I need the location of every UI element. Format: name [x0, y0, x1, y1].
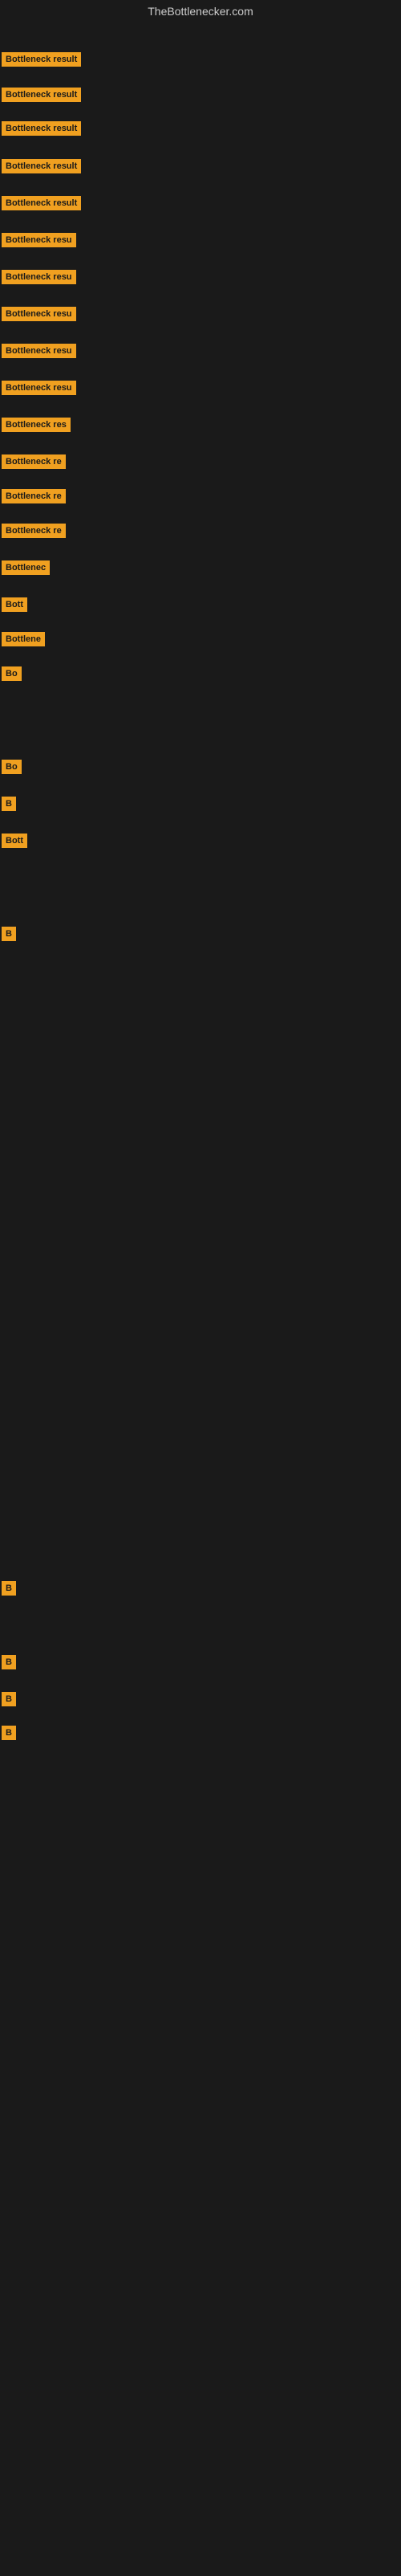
bottleneck-item: B: [2, 1725, 16, 1740]
bottleneck-badge[interactable]: Bott: [2, 834, 27, 848]
bottleneck-item: B: [2, 1654, 16, 1669]
bottleneck-item: Bo: [2, 759, 22, 774]
bottleneck-badge[interactable]: Bottleneck res: [2, 418, 71, 432]
bottleneck-item: Bottleneck resu: [2, 232, 76, 247]
bottleneck-item: B: [2, 1691, 16, 1706]
bottleneck-badge[interactable]: Bott: [2, 597, 27, 612]
bottleneck-item: Bottleneck result: [2, 87, 81, 102]
bottleneck-item: Bottleneck result: [2, 120, 81, 136]
bottleneck-badge[interactable]: Bottleneck resu: [2, 270, 76, 284]
bottleneck-item: Bottlenec: [2, 560, 50, 575]
bottleneck-badge[interactable]: Bottleneck resu: [2, 381, 76, 395]
bottleneck-badge[interactable]: B: [2, 927, 16, 941]
bottleneck-item: Bottlene: [2, 631, 45, 646]
bottleneck-badge[interactable]: Bottleneck result: [2, 52, 81, 67]
bottleneck-badge[interactable]: Bottleneck resu: [2, 307, 76, 321]
site-title: TheBottlenecker.com: [0, 0, 401, 22]
bottleneck-item: B: [2, 926, 16, 941]
bottleneck-item: Bott: [2, 597, 27, 612]
bottleneck-badge[interactable]: Bottleneck resu: [2, 233, 76, 247]
bottleneck-item: B: [2, 1580, 16, 1596]
bottleneck-item: Bo: [2, 666, 22, 681]
bottleneck-item: Bottleneck res: [2, 417, 71, 432]
bottleneck-item: B: [2, 796, 16, 811]
bottleneck-badge[interactable]: Bottlenec: [2, 560, 50, 575]
bottleneck-badge[interactable]: Bottleneck re: [2, 489, 66, 503]
bottleneck-item: Bottleneck re: [2, 454, 66, 469]
bottleneck-item: Bottleneck result: [2, 51, 81, 67]
bottleneck-badge[interactable]: B: [2, 1726, 16, 1740]
bottleneck-item: Bott: [2, 833, 27, 848]
bottleneck-badge[interactable]: Bottleneck result: [2, 88, 81, 102]
bottleneck-badge[interactable]: Bo: [2, 666, 22, 681]
bottleneck-badge[interactable]: Bo: [2, 760, 22, 774]
bottleneck-badge[interactable]: Bottleneck result: [2, 196, 81, 210]
bottleneck-item: Bottleneck re: [2, 523, 66, 538]
bottleneck-item: Bottleneck re: [2, 488, 66, 503]
bottleneck-badge[interactable]: Bottleneck result: [2, 159, 81, 173]
bottleneck-item: Bottleneck result: [2, 195, 81, 210]
bottleneck-item: Bottleneck result: [2, 158, 81, 173]
bottleneck-badge[interactable]: Bottleneck resu: [2, 344, 76, 358]
bottleneck-item: Bottleneck resu: [2, 343, 76, 358]
bottleneck-badge[interactable]: Bottleneck re: [2, 524, 66, 538]
bottleneck-badge[interactable]: B: [2, 1655, 16, 1669]
bottleneck-item: Bottleneck resu: [2, 269, 76, 284]
bottleneck-badge[interactable]: B: [2, 1581, 16, 1596]
bottleneck-badge[interactable]: B: [2, 1692, 16, 1706]
bottleneck-item: Bottleneck resu: [2, 306, 76, 321]
bottleneck-badge[interactable]: Bottlene: [2, 632, 45, 646]
bottleneck-badge[interactable]: Bottleneck re: [2, 454, 66, 469]
bottleneck-badge[interactable]: Bottleneck result: [2, 121, 81, 136]
bottleneck-item: Bottleneck resu: [2, 380, 76, 395]
items-container: Bottleneck result Bottleneck result Bottle…: [0, 22, 401, 2576]
bottleneck-badge[interactable]: B: [2, 797, 16, 811]
